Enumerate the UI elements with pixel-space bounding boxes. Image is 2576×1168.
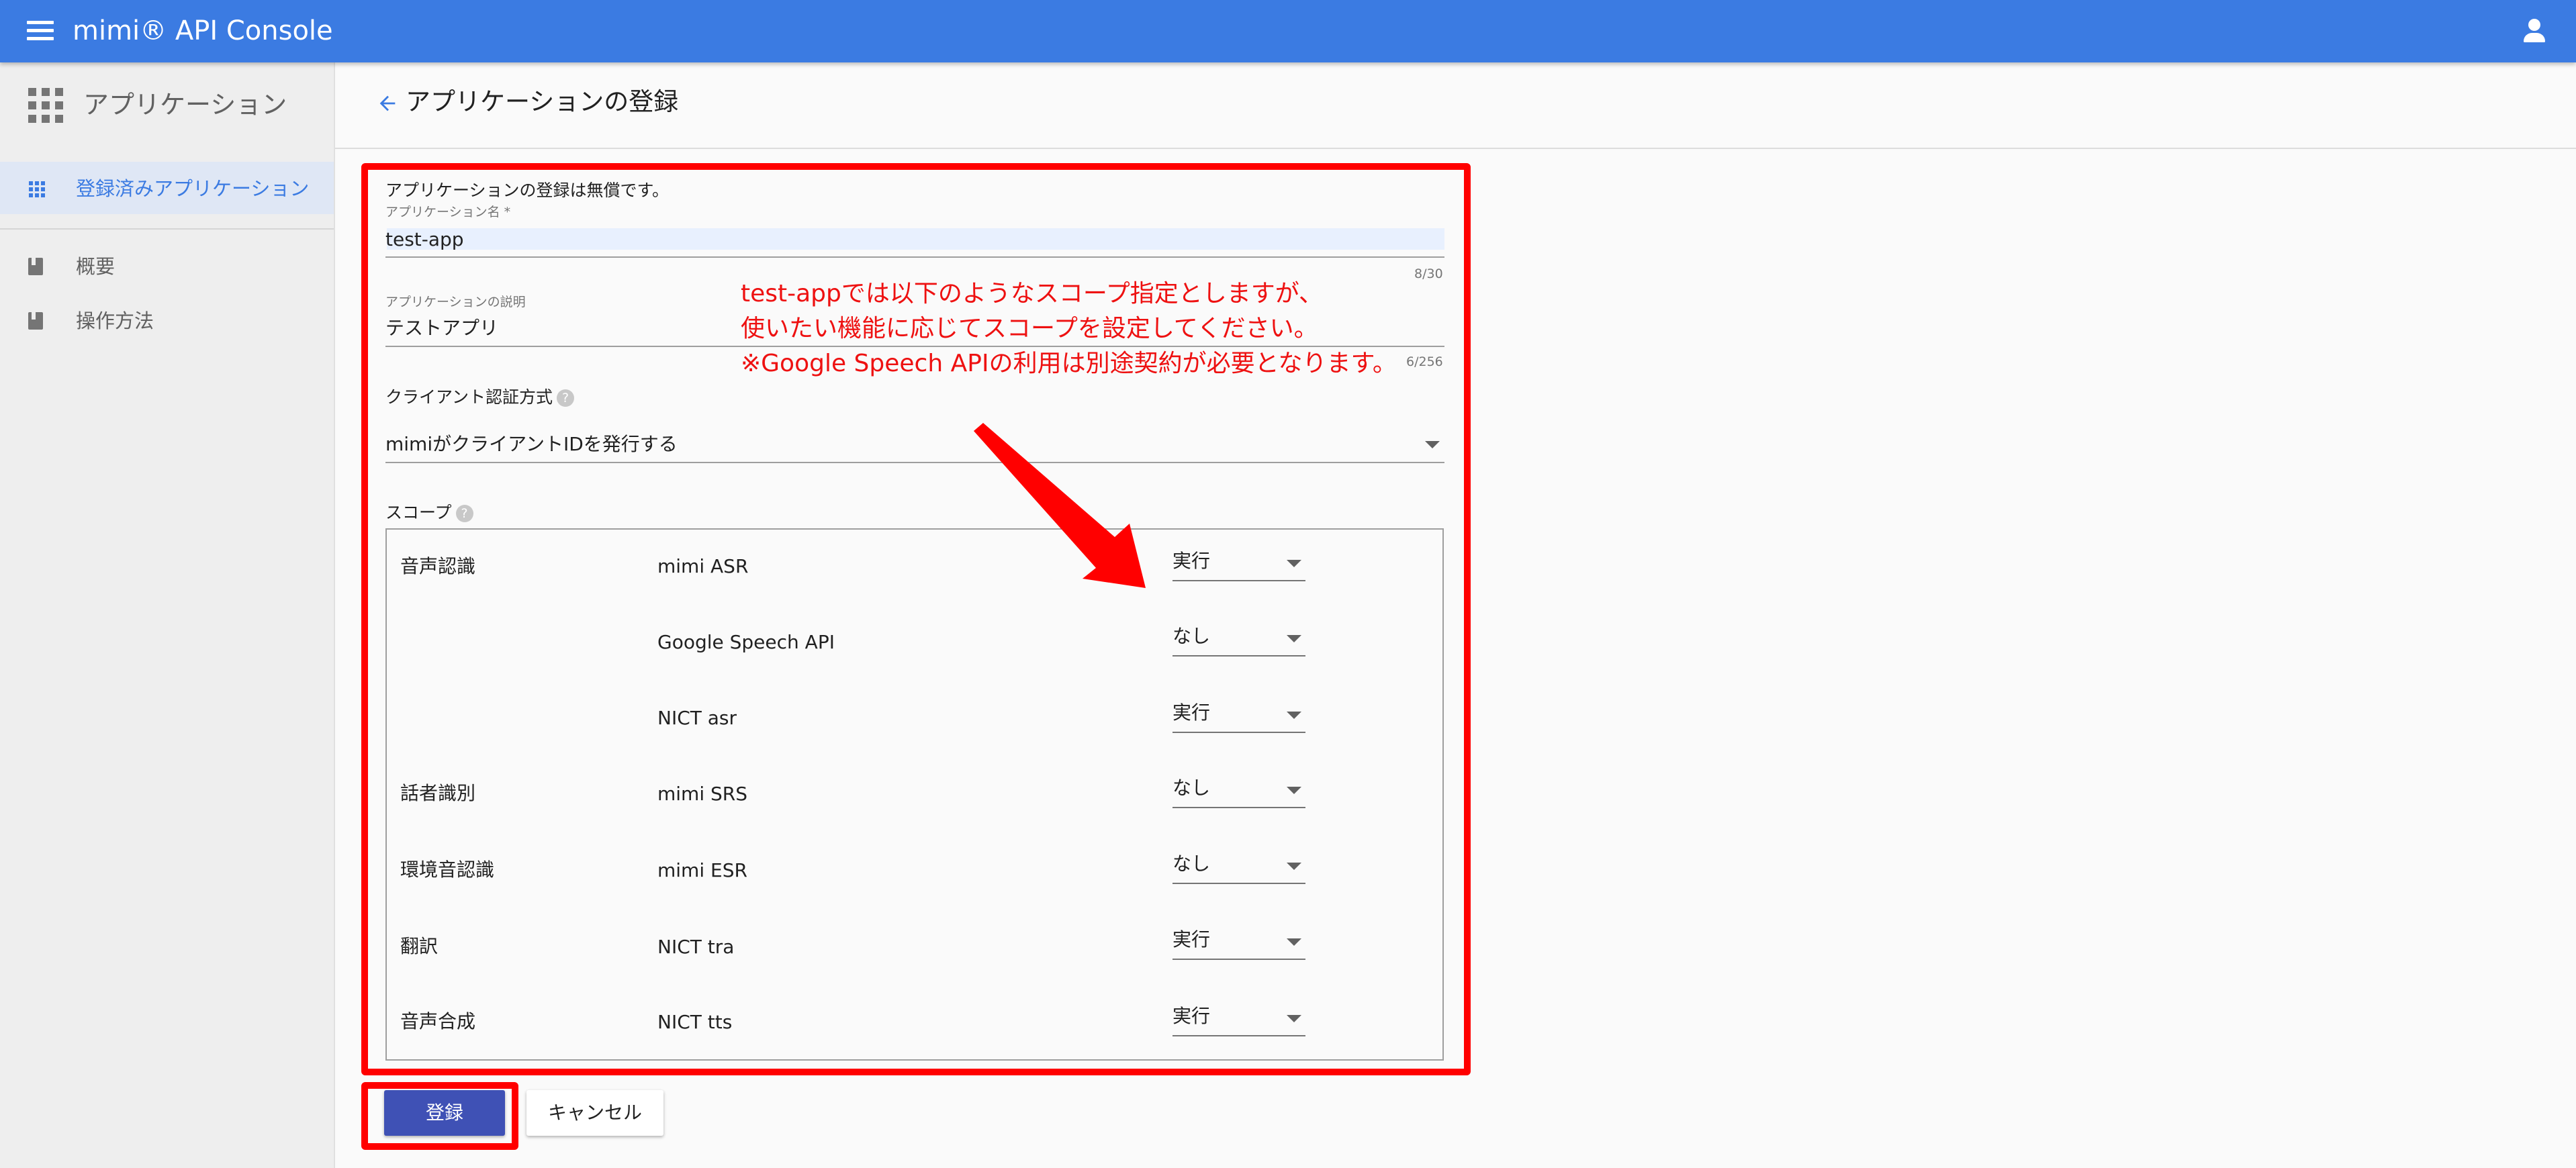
sidebar-item-label: 操作方法 (76, 309, 154, 332)
apps-icon (29, 181, 45, 197)
book-icon (28, 312, 43, 330)
apps-grid-icon (28, 88, 63, 123)
sidebar-item-registered-apps[interactable]: 登録済みアプリケーション (0, 162, 334, 214)
register-button[interactable]: 登録 (384, 1090, 505, 1136)
sidebar-divider (0, 228, 334, 230)
highlight-box-form (361, 163, 1471, 1075)
sidebar-title: アプリケーション (83, 90, 287, 119)
sidebar-item-label: 登録済みアプリケーション (76, 177, 310, 200)
sidebar-item-label: 概要 (76, 255, 116, 278)
sidebar-item-usage[interactable]: 操作方法 (0, 301, 334, 341)
account-icon[interactable] (2521, 17, 2548, 44)
page-title: アプリケーションの登録 (406, 87, 679, 116)
sidebar-header: アプリケーション (0, 62, 334, 146)
back-arrow-icon[interactable] (376, 92, 399, 115)
cancel-button[interactable]: キャンセル (526, 1090, 663, 1136)
sidebar-item-overview[interactable]: 概要 (0, 246, 334, 287)
top-app-bar: mimi® API Console (0, 0, 2576, 62)
page-header: アプリケーションの登録 (335, 62, 2576, 149)
sidebar: アプリケーション 登録済みアプリケーション 概要 操作方法 (0, 62, 335, 1168)
app-title: mimi® API Console (73, 15, 333, 46)
book-icon (28, 258, 43, 275)
menu-icon[interactable] (27, 21, 54, 41)
